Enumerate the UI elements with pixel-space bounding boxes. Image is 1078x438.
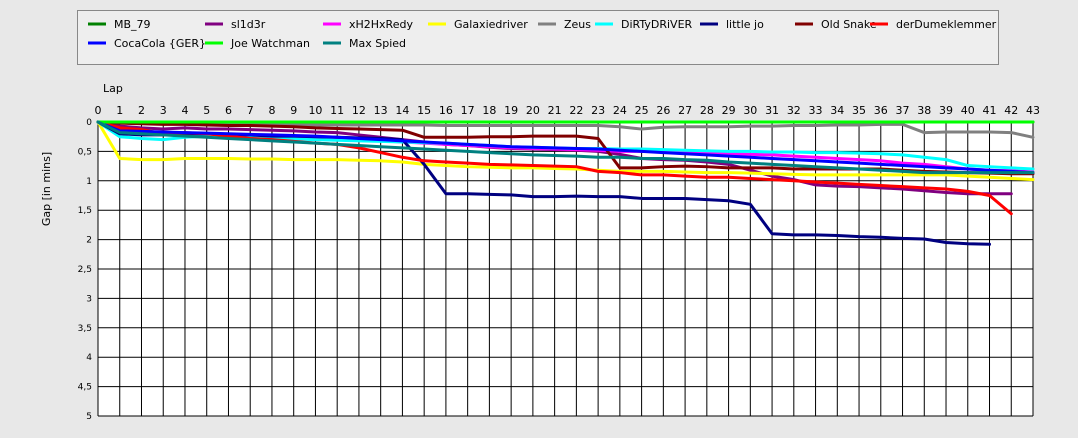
legend-label: little jo xyxy=(726,18,764,31)
x-tick-label: 27 xyxy=(678,104,692,117)
x-tick-label: 31 xyxy=(765,104,779,117)
legend-label: Joe Watchman xyxy=(230,37,310,50)
x-tick-label: 3 xyxy=(160,104,167,117)
x-tick-label: 6 xyxy=(225,104,232,117)
x-tick-label: 5 xyxy=(203,104,210,117)
x-tick-label: 41 xyxy=(983,104,997,117)
x-tick-label: 32 xyxy=(787,104,801,117)
chart-root: MB_79 sl1d3r xH2HxRedy Galaxiedriver Zeus DiR… xyxy=(0,0,1078,438)
x-tick-label: 15 xyxy=(417,104,431,117)
x-tick-label: 20 xyxy=(526,104,540,117)
x-tick-label: 28 xyxy=(700,104,714,117)
x-tick-label: 10 xyxy=(308,104,322,117)
x-tick-label: 39 xyxy=(939,104,953,117)
legend-label: CocaCola {GER} xyxy=(114,37,206,50)
x-tick-label: 12 xyxy=(352,104,366,117)
legend-label: Max Spied xyxy=(349,37,406,50)
y-tick-label: 2,5 xyxy=(78,265,92,275)
x-tick-label: 16 xyxy=(439,104,453,117)
x-tick-label: 7 xyxy=(247,104,254,117)
x-tick-label: 9 xyxy=(290,104,297,117)
x-tick-label: 0 xyxy=(95,104,102,117)
y-tick-label: 0 xyxy=(86,118,92,128)
y-tick-label: 1 xyxy=(86,177,92,187)
y-tick-label: 3 xyxy=(86,294,92,304)
x-tick-label: 37 xyxy=(896,104,910,117)
x-axis-label: Lap xyxy=(103,82,123,95)
y-tick-label: 2 xyxy=(86,236,92,246)
x-tick-label: 19 xyxy=(504,104,518,117)
legend-label: xH2HxRedy xyxy=(349,18,413,31)
x-tick-label: 25 xyxy=(635,104,649,117)
x-tick-label: 11 xyxy=(330,104,344,117)
legend-label: derDumeklemmer xyxy=(896,18,997,31)
x-tick-label: 24 xyxy=(613,104,627,117)
x-tick-label: 34 xyxy=(830,104,844,117)
x-tick-label: 22 xyxy=(569,104,583,117)
x-tick-label: 29 xyxy=(722,104,736,117)
legend: MB_79 sl1d3r xH2HxRedy Galaxiedriver Zeus DiR… xyxy=(88,18,997,50)
legend-label: Galaxiedriver xyxy=(454,18,528,31)
x-tick-label: 33 xyxy=(809,104,823,117)
x-tick-label: 38 xyxy=(917,104,931,117)
x-tick-label: 2 xyxy=(138,104,145,117)
y-tick-label: 1,5 xyxy=(78,206,92,216)
x-tick-label: 8 xyxy=(268,104,275,117)
legend-label: DiRTyDRiVER xyxy=(621,18,693,31)
legend-label: Zeus xyxy=(564,18,591,31)
x-tick-label: 42 xyxy=(1004,104,1018,117)
chart-svg: MB_79 sl1d3r xH2HxRedy Galaxiedriver Zeus DiR… xyxy=(40,18,1040,422)
y-tick-label: 4 xyxy=(86,353,92,363)
legend-label: Old Snake xyxy=(821,18,877,31)
legend-label: MB_79 xyxy=(114,18,151,31)
x-tick-label: 17 xyxy=(461,104,475,117)
x-tick-label: 18 xyxy=(482,104,496,117)
x-tick-label: 13 xyxy=(374,104,388,117)
legend-label: sl1d3r xyxy=(231,18,266,31)
grid: 0 1 2 3 4 5 6 7 8 9 10 11 12 13 14 15 16 17 18 19 20 21 22 23 24… xyxy=(78,104,1040,422)
x-tick-label: 40 xyxy=(961,104,975,117)
x-tick-label: 35 xyxy=(852,104,866,117)
y-axis-label: Gap [in mins] xyxy=(40,152,53,226)
x-tick-label: 26 xyxy=(656,104,670,117)
y-tick-label: 3,5 xyxy=(78,324,92,334)
x-tick-label: 1 xyxy=(116,104,123,117)
x-tick-label: 36 xyxy=(874,104,888,117)
y-tick-label: 0,5 xyxy=(78,147,92,157)
x-tick-label: 4 xyxy=(181,104,188,117)
x-tick-label: 30 xyxy=(743,104,757,117)
y-tick-label: 4,5 xyxy=(78,383,92,393)
x-tick-label: 43 xyxy=(1026,104,1040,117)
x-tick-label: 21 xyxy=(548,104,562,117)
x-tick-label: 14 xyxy=(395,104,409,117)
x-tick-label: 23 xyxy=(591,104,605,117)
y-tick-label: 5 xyxy=(86,412,92,422)
